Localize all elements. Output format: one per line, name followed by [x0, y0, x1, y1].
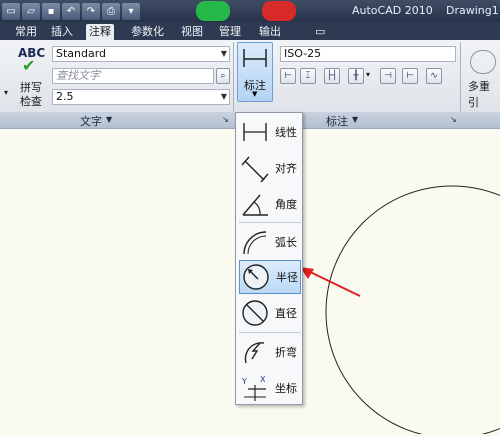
dim-tool-icon[interactable]: ∿ [426, 68, 442, 84]
save-icon[interactable]: ▪ [42, 2, 60, 20]
chevron-down-icon[interactable]: ▼ [106, 115, 112, 124]
chevron-down-icon[interactable]: ▼ [352, 115, 358, 124]
menu-item-label: 角度 [275, 198, 297, 211]
linear-dim-large-icon [243, 49, 267, 67]
jogged-icon [244, 342, 265, 364]
title-bar: ▭ ▱ ▪ ↶ ↷ ⎙ ▾ AutoCAD 2010 Drawing1. [0, 0, 500, 22]
arc-length-icon [243, 231, 267, 255]
chevron-down-icon: ▼ [252, 90, 258, 98]
menu-item-label: 坐标 [275, 382, 297, 395]
menu-item-label: 对齐 [275, 162, 297, 175]
menu-item-label: 折弯 [275, 346, 297, 359]
menu-item-angular[interactable]: 角度 [239, 187, 301, 221]
dim-tool-icon[interactable]: ├┤ [324, 68, 340, 84]
qat-dropdown-icon[interactable]: ▾ [122, 2, 140, 20]
new-file-icon[interactable]: ▭ [2, 2, 20, 20]
text-height-select[interactable]: 2.5 ▼ [52, 89, 230, 105]
panel-launcher-icon[interactable]: ↘ [450, 115, 457, 124]
dim-tool-icon[interactable]: ⌶ [300, 68, 316, 84]
dim-tool-icon[interactable]: ⊢ [280, 68, 296, 84]
green-app-icon [196, 1, 230, 21]
text-height-value: 2.5 [56, 90, 74, 103]
tab-output[interactable]: 输出 [256, 24, 284, 40]
dim-tool-icon[interactable]: ⊣ [380, 68, 396, 84]
annotation-arrow [305, 269, 361, 297]
text-style-select[interactable]: Standard ▼ [52, 46, 230, 62]
dimension-button[interactable]: 标注 ▼ [237, 42, 273, 102]
ribbon-minimize-icon[interactable]: ▭ [312, 24, 328, 40]
red-app-icon [262, 1, 296, 21]
panel-launcher-icon[interactable]: ↘ [222, 115, 229, 124]
tab-parametric[interactable]: 参数化 [128, 24, 167, 40]
check-mark-icon: ✔ [22, 56, 36, 75]
aligned-dim-icon [241, 156, 269, 183]
dim-tool-icon[interactable]: ╫ [348, 68, 364, 84]
text-panel-title[interactable]: 文字 [80, 113, 102, 129]
find-text-placeholder: 查找文字 [56, 69, 100, 82]
drawn-circle [325, 185, 500, 437]
menu-divider [239, 222, 301, 223]
dim-panel-title[interactable]: 标注 [326, 113, 348, 129]
quick-access-toolbar: ▭ ▱ ▪ ↶ ↷ ⎙ ▾ [2, 1, 140, 21]
dimension-dropdown-menu: 线性 对齐 角度 弧长 半径 直径 折弯 Y X 坐标 [235, 112, 303, 405]
document-title: Drawing1. [446, 4, 500, 17]
menu-item-diameter[interactable]: 直径 [239, 296, 301, 330]
svg-text:X: X [260, 375, 266, 384]
menu-item-radius[interactable]: 半径 [239, 260, 301, 294]
tab-insert[interactable]: 插入 [48, 24, 76, 40]
text-style-value: Standard [56, 47, 107, 60]
menu-item-arc-length[interactable]: 弧长 [239, 225, 301, 259]
menu-item-jogged[interactable]: 折弯 [239, 335, 301, 369]
redo-icon[interactable]: ↷ [82, 2, 100, 20]
linear-dim-icon [243, 123, 267, 141]
multileader-icon[interactable] [470, 50, 496, 74]
ribbon-tab-bar: 常用 插入 注释 参数化 视图 管理 输出 ▭ [0, 22, 500, 40]
app-title: AutoCAD 2010 [352, 4, 433, 17]
menu-divider [239, 332, 301, 333]
chevron-down-icon[interactable]: ▾ [366, 70, 370, 79]
print-icon[interactable]: ⎙ [102, 2, 120, 20]
menu-item-linear[interactable]: 线性 [239, 115, 301, 149]
chevron-down-icon: ▼ [220, 49, 227, 58]
dim-tool-icon[interactable]: ⊢ [402, 68, 418, 84]
dim-style-select[interactable]: ISO-25 [280, 46, 456, 62]
multileader-label[interactable]: 多重引 [468, 78, 500, 110]
menu-item-aligned[interactable]: 对齐 [239, 151, 301, 185]
menu-item-label: 弧长 [275, 236, 297, 249]
tab-annotate[interactable]: 注释 [86, 24, 114, 40]
menu-item-label: 线性 [275, 126, 297, 139]
open-file-icon[interactable]: ▱ [22, 2, 40, 20]
menu-item-ordinate[interactable]: Y X 坐标 [239, 371, 301, 405]
menu-item-label: 半径 [276, 271, 298, 284]
dim-style-value: ISO-25 [284, 47, 322, 60]
undo-icon[interactable]: ↶ [62, 2, 80, 20]
svg-text:Y: Y [241, 377, 247, 386]
find-text-input[interactable]: 查找文字 [52, 68, 214, 84]
spell-check-label-2[interactable]: 检查 [20, 93, 42, 109]
find-replace-icon[interactable]: ⌕ [216, 68, 230, 84]
ordinate-icon: Y X [241, 375, 266, 401]
tab-manage[interactable]: 管理 [216, 24, 244, 40]
angular-dim-icon [242, 194, 268, 216]
chevron-down-icon: ▼ [220, 92, 227, 101]
diameter-icon [242, 300, 268, 326]
tab-view[interactable]: 视图 [178, 24, 206, 40]
side-arrow-icon[interactable]: ▾ [4, 88, 8, 97]
menu-item-label: 直径 [275, 307, 297, 320]
radius-icon [243, 264, 269, 290]
tab-home[interactable]: 常用 [12, 24, 40, 40]
